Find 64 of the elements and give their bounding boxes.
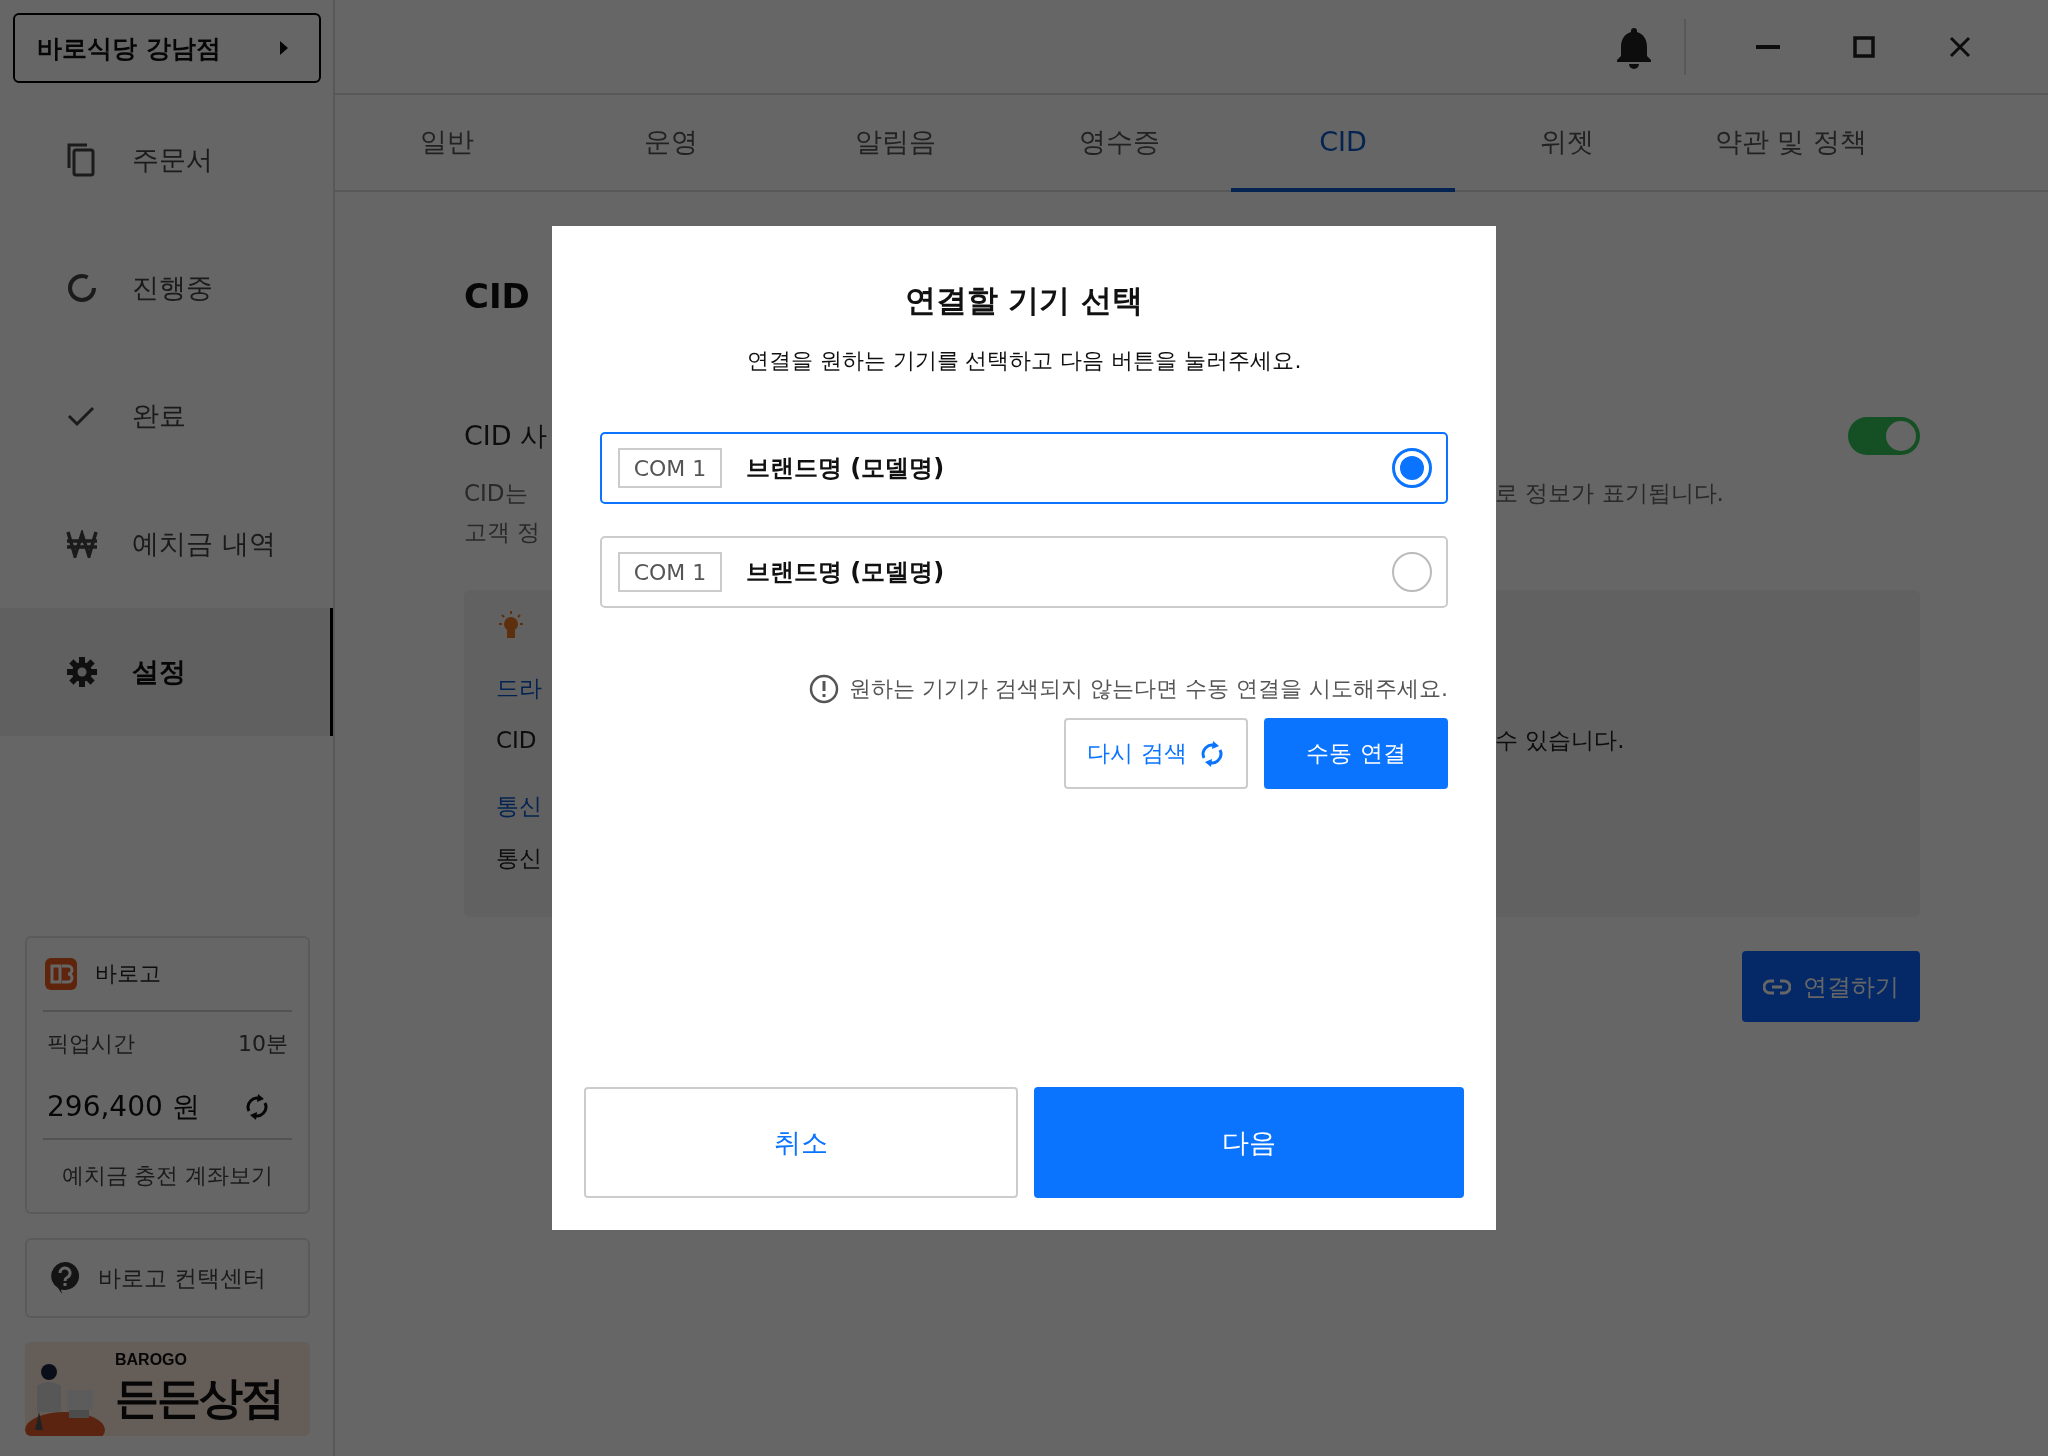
logo-icon [45,958,77,990]
close-icon[interactable] [1949,35,1971,58]
help-icon [50,1261,80,1295]
next-button[interactable]: 다음 [1034,1087,1464,1198]
link-icon [1763,978,1791,995]
settings-tab[interactable]: 약관 및 정책 [1679,95,1903,192]
dialog-title: 연결할 기기 선택 [903,281,1145,320]
settings-icon [66,656,98,688]
progress-ring-icon [66,272,98,304]
info-heading: 드라 [496,673,543,703]
caret-icon [279,40,289,56]
banner-title: 든든상점 [115,1370,283,1425]
manual-connect-button[interactable]: 수동 연결 [1264,718,1448,789]
contact-center-button[interactable]: 바로고 컨택센터 [25,1238,310,1318]
settings-tab[interactable]: 운영 [559,95,783,192]
shop-banner[interactable]: BAROGO 든든상점 [25,1342,310,1436]
banner-brand: BAROGO [115,1350,188,1369]
port-tag: COM 1 [618,552,722,592]
radio-button[interactable] [1392,448,1432,488]
minimize-icon[interactable] [1756,44,1780,49]
settings-tab[interactable]: 일반 [335,95,559,192]
device-name: 브랜드명 (모델명) [746,557,946,588]
refresh-button[interactable] [244,1093,270,1121]
dialog-subtitle: 연결을 원하는 기기를 선택하고 다음 버튼을 눌러주세요. [745,347,1303,375]
info-icon [809,674,840,704]
radio-button[interactable] [1392,552,1432,592]
hint-text: 원하는 기기가 검색되지 않는다면 수동 연결을 시도해주세요. [849,675,1448,703]
description-text: 고객 정 [464,518,542,547]
settings-tab[interactable]: CID [1231,95,1455,192]
pickup-value: 10분 [238,1030,288,1058]
section-title: CID [464,276,530,318]
won-icon [66,530,98,558]
copy-icon [66,142,96,178]
info-text: 통신 [496,843,543,873]
info-heading: 통신 [496,791,543,821]
settings-tab[interactable]: 영수증 [1007,95,1231,192]
rescan-button[interactable]: 다시 검색 [1064,718,1248,789]
nav-item[interactable]: 진행중 [0,224,333,352]
device-option[interactable]: COM 1 브랜드명 (모델명) [600,536,1448,608]
card-title: 바로고 [95,960,161,988]
setting-label: CID 사 [464,419,548,453]
balance-amount: 296,400 원 [47,1089,200,1125]
nav-item[interactable]: 예치금 내역 [0,480,333,608]
settings-tab[interactable]: 알림음 [783,95,1007,192]
connect-button[interactable]: 연결하기 [1742,951,1920,1022]
settings-tab[interactable]: 위젯 [1455,95,1679,192]
description-text: 로 정보가 표기됩니다. [1495,479,1725,508]
check-icon [66,404,96,428]
device-option[interactable]: COM 1 브랜드명 (모델명) [600,432,1448,504]
info-text: CID [496,727,538,753]
info-text: 수 있습니다. [1495,725,1626,755]
maximize-icon[interactable] [1853,35,1875,58]
refresh-icon [244,1093,270,1121]
description-text: CID는 [464,479,529,508]
cancel-button[interactable]: 취소 [584,1087,1018,1198]
device-name: 브랜드명 (모델명) [746,453,946,484]
nav-item[interactable]: 주문서 [0,96,333,224]
store-selector[interactable]: 바로식당 강남점 [13,13,321,83]
account-link[interactable]: 예치금 충전 계좌보기 [43,1140,292,1212]
toggle-switch[interactable] [1848,417,1920,455]
nav-item[interactable]: 설정 [0,608,333,736]
port-tag: COM 1 [618,448,722,488]
pickup-label: 픽업시간 [47,1030,135,1058]
nav-item[interactable]: 완료 [0,352,333,480]
